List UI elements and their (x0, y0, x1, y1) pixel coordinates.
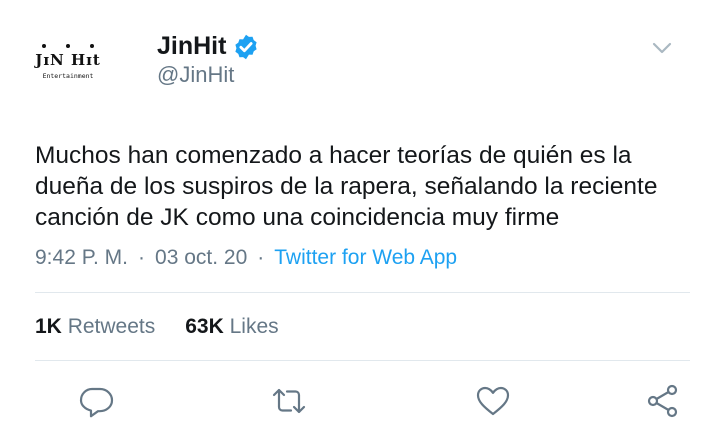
retweets-label: Retweets (67, 315, 156, 338)
heart-icon[interactable] (475, 383, 511, 419)
share-icon[interactable] (645, 383, 681, 419)
tweet-date[interactable]: 03 oct. 20 (155, 246, 247, 269)
tweet-text: Muchos han comenzado a hacer teorías de … (35, 142, 658, 231)
tweet-time[interactable]: 9:42 P. M. (35, 246, 128, 269)
retweets-stat[interactable]: 1K Retweets (35, 315, 155, 338)
reply-icon[interactable] (78, 383, 114, 419)
retweet-icon[interactable] (271, 383, 307, 419)
tweet-stats: 1K Retweets 63K Likes (35, 315, 279, 339)
avatar-logo-subtitle: Entertainment (42, 72, 94, 80)
logo-dots (20, 44, 116, 50)
likes-stat[interactable]: 63K Likes (185, 315, 278, 338)
meta-separator: · (138, 246, 146, 269)
avatar[interactable]: JɪN Hɪt Entertainment (20, 20, 116, 116)
avatar-logo-text: JɪN Hɪt (35, 51, 101, 69)
verified-badge-icon (235, 34, 257, 60)
divider (35, 292, 690, 293)
meta-separator: · (257, 246, 265, 269)
likes-count: 63K (185, 315, 224, 338)
chevron-down-icon[interactable] (650, 38, 674, 58)
user-handle[interactable]: @JinHit (157, 62, 234, 88)
tweet-metadata: 9:42 P. M. · 03 oct. 20 · Twitter for Web Ap… (35, 246, 457, 270)
tweet-source-link[interactable]: Twitter for Web App (274, 246, 457, 269)
divider (35, 360, 690, 361)
retweets-count: 1K (35, 315, 62, 338)
display-name[interactable]: JinHit (157, 32, 226, 61)
likes-label: Likes (229, 315, 279, 338)
